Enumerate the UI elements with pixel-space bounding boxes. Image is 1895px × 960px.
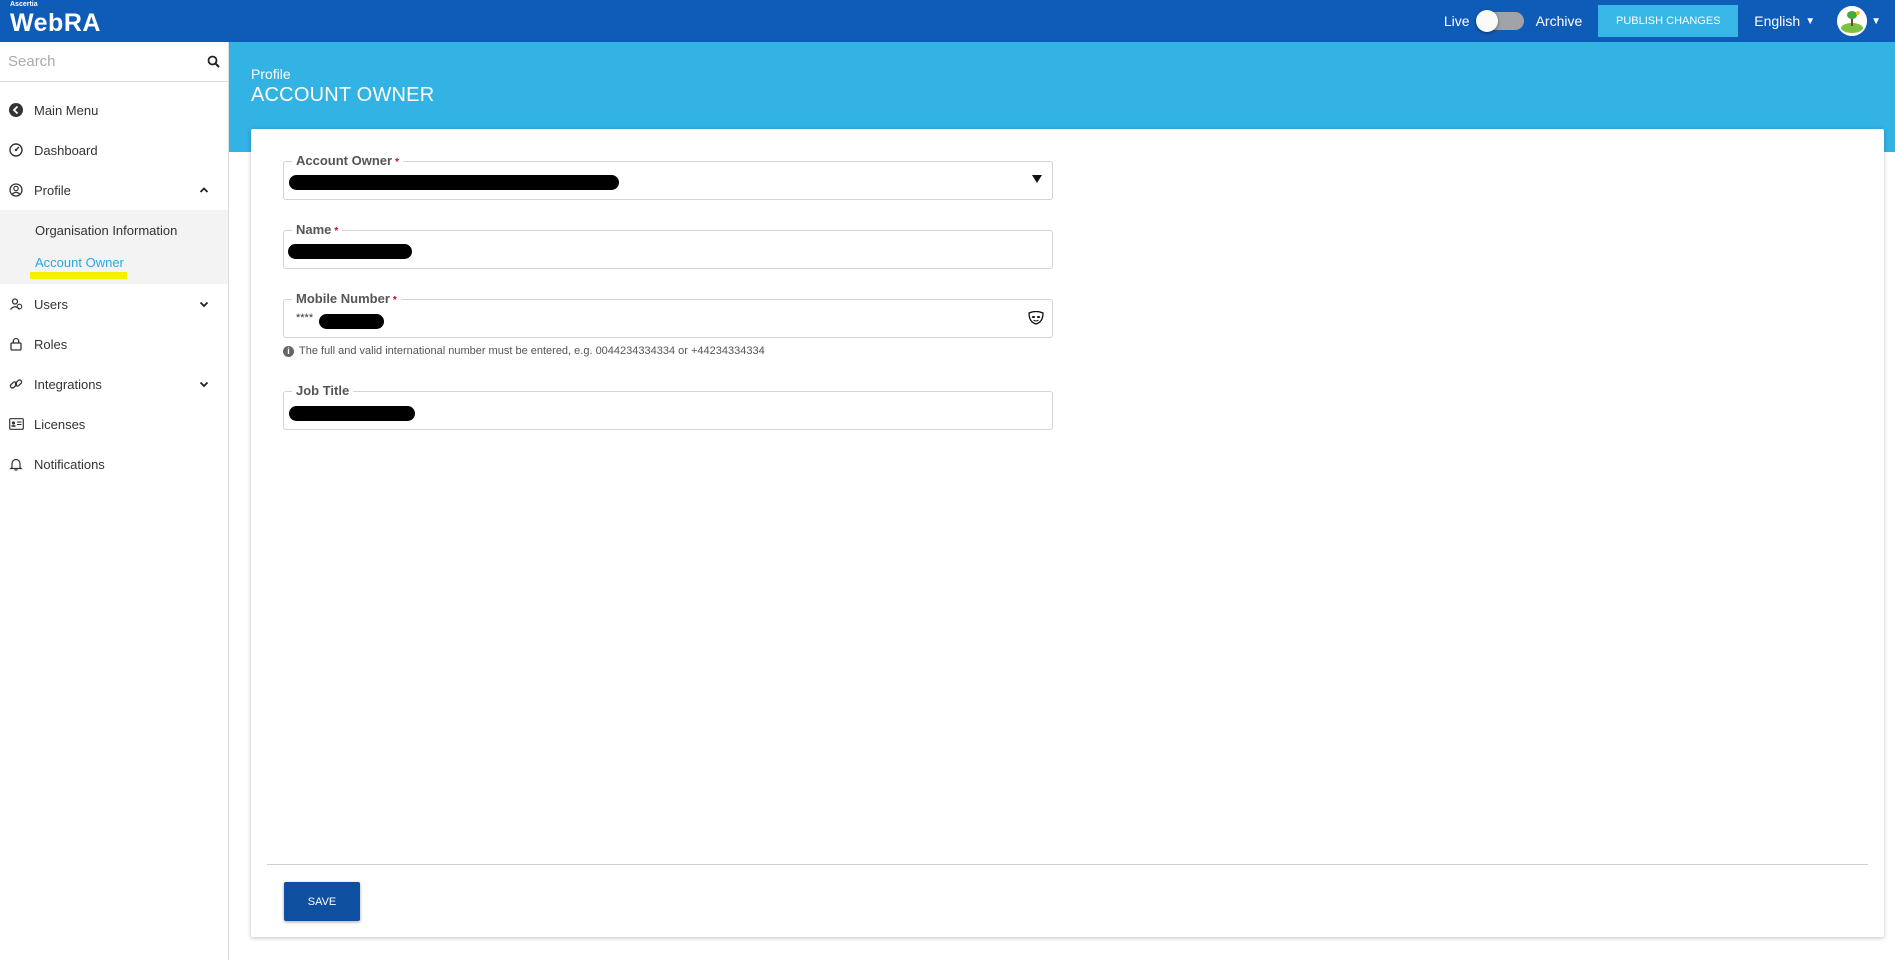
account-owner-label: Account Owner * xyxy=(292,153,403,168)
live-label: Live xyxy=(1443,13,1470,29)
field-label-text: Account Owner xyxy=(296,153,393,168)
link-icon xyxy=(8,376,24,392)
search-icon[interactable] xyxy=(207,54,220,70)
users-icon xyxy=(8,296,24,312)
mask-toggle-icon[interactable] xyxy=(1028,310,1044,325)
caret-down-icon: ▼ xyxy=(1871,15,1881,27)
mobile-number-hint: i The full and valid international numbe… xyxy=(283,345,765,357)
required-marker: * xyxy=(395,157,399,168)
publish-changes-button[interactable]: PUBLISH CHANGES xyxy=(1598,5,1739,37)
sidebar-item-label: Notifications xyxy=(34,456,105,472)
sidebar-nav: Main Menu Dashboard Profile Organisation… xyxy=(0,90,228,484)
user-menu[interactable]: ▼ xyxy=(1837,6,1881,36)
redacted-value xyxy=(288,244,412,259)
sidebar-item-users[interactable]: Users xyxy=(0,284,228,324)
sidebar-item-label: Licenses xyxy=(34,416,86,432)
chevron-down-icon xyxy=(198,298,210,310)
sidebar-item-notifications[interactable]: Notifications xyxy=(0,444,228,484)
bell-icon xyxy=(8,456,24,472)
sidebar-item-label: Dashboard xyxy=(34,142,98,158)
job-title-field[interactable]: Job Title xyxy=(283,383,1053,430)
toggle-knob xyxy=(1475,10,1498,32)
required-marker: * xyxy=(392,295,397,306)
lock-icon xyxy=(8,336,24,352)
profile-submenu: Organisation Information Account Owner xyxy=(0,210,228,284)
redacted-value xyxy=(289,175,619,190)
name-label: Name * xyxy=(292,222,343,237)
language-label: English xyxy=(1754,13,1801,29)
caret-down-icon: ▼ xyxy=(1805,15,1816,27)
field-label-text: Name xyxy=(296,222,332,237)
chevron-up-icon xyxy=(198,184,210,196)
brand-name: WebRA xyxy=(10,9,101,37)
account-owner-select[interactable]: Account Owner * xyxy=(283,153,1053,200)
save-button[interactable]: SAVE xyxy=(284,882,360,921)
sidebar-subitem-organisation-information[interactable]: Organisation Information xyxy=(0,214,228,246)
sidebar-subitem-account-owner[interactable]: Account Owner xyxy=(0,246,228,279)
info-icon: i xyxy=(283,345,294,357)
top-bar-actions: Live Archive PUBLISH CHANGES English ▼ ▼ xyxy=(1444,0,1895,42)
language-selector[interactable]: English ▼ xyxy=(1754,13,1815,29)
redacted-value xyxy=(289,406,415,421)
name-field[interactable]: Name * xyxy=(283,222,1053,269)
field-label-text: Mobile Number xyxy=(296,291,390,306)
required-marker: * xyxy=(334,226,339,237)
sidebar-search xyxy=(0,42,228,82)
sidebar-item-label: Profile xyxy=(34,182,71,198)
sidebar-item-profile[interactable]: Profile xyxy=(0,170,228,210)
search-input[interactable] xyxy=(8,53,207,70)
sidebar-item-label: Roles xyxy=(34,336,68,352)
form-divider xyxy=(267,864,1868,865)
sidebar-item-licenses[interactable]: Licenses xyxy=(0,404,228,444)
mobile-number-hint-text: The full and valid international number … xyxy=(299,345,765,357)
sidebar-item-dashboard[interactable]: Dashboard xyxy=(0,130,228,170)
mobile-number-masked-value: **** xyxy=(296,312,314,324)
job-title-label: Job Title xyxy=(292,383,354,398)
sidebar: Main Menu Dashboard Profile Organisation… xyxy=(0,42,229,960)
sidebar-item-label: Main Menu xyxy=(34,102,99,118)
app-logo[interactable]: Ascertia WebRA xyxy=(10,1,101,38)
sidebar-item-label: Users xyxy=(34,296,68,312)
sidebar-item-label: Integrations xyxy=(34,376,102,392)
dashboard-gauge-icon xyxy=(8,142,24,158)
mobile-number-label: Mobile Number * xyxy=(292,291,401,306)
account-owner-form-card: Account Owner * Name * Mobile Number * ****… xyxy=(251,129,1884,937)
avatar xyxy=(1837,6,1868,36)
top-bar: Ascertia WebRA Live Archive PUBLISH CHAN… xyxy=(0,0,1895,42)
mobile-number-field[interactable]: Mobile Number * **** xyxy=(283,291,1053,338)
chevron-down-icon xyxy=(198,378,210,390)
dropdown-caret-icon[interactable] xyxy=(1032,175,1042,183)
field-label-text: Job Title xyxy=(296,383,350,398)
page-title: ACCOUNT OWNER xyxy=(251,84,435,106)
live-archive-toggle[interactable] xyxy=(1475,10,1524,32)
user-circle-icon xyxy=(8,182,24,198)
archive-label: Archive xyxy=(1535,13,1583,29)
highlight-mark xyxy=(30,272,127,279)
redacted-value xyxy=(319,314,384,329)
sidebar-item-integrations[interactable]: Integrations xyxy=(0,364,228,404)
id-card-icon xyxy=(8,416,24,432)
sidebar-item-roles[interactable]: Roles xyxy=(0,324,228,364)
sidebar-item-main-menu[interactable]: Main Menu xyxy=(0,90,228,130)
breadcrumb: Profile xyxy=(251,66,291,82)
sidebar-subitem-label: Account Owner xyxy=(35,254,124,270)
back-circle-icon xyxy=(8,102,24,118)
